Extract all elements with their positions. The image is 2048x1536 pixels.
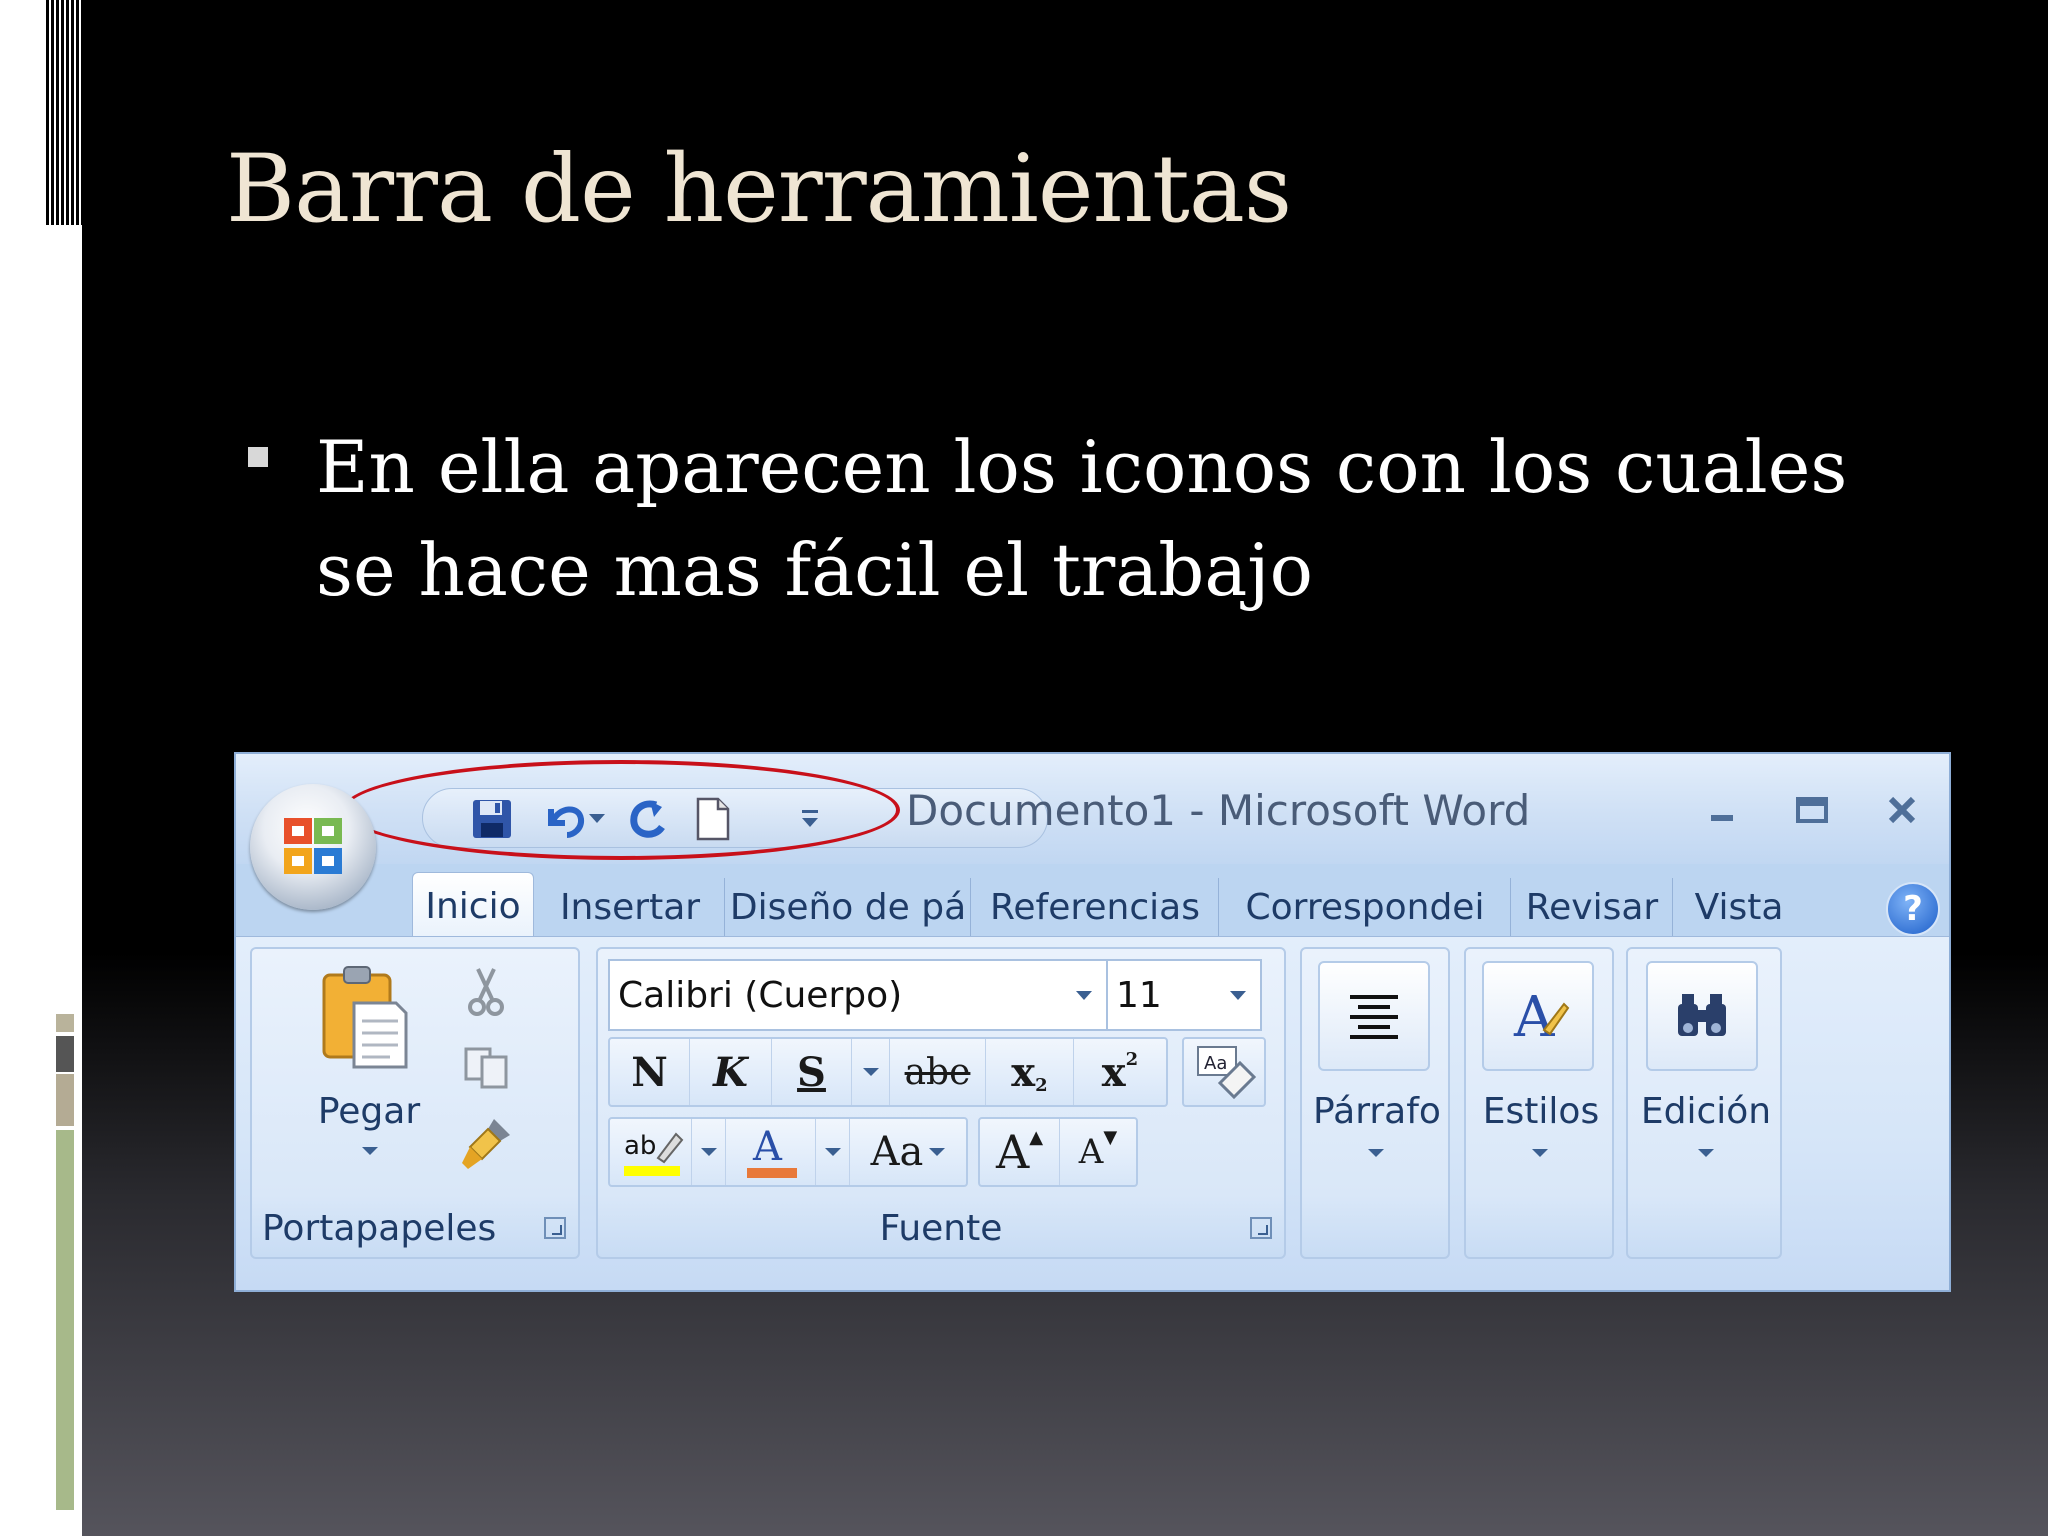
group-label-portapapeles: Portapapeles [262, 1208, 497, 1249]
change-case-dropdown-icon [929, 1148, 946, 1156]
tab-correspondencia[interactable]: Correspondei [1220, 878, 1511, 936]
clear-formatting-icon: Aa [1197, 1046, 1257, 1100]
highlight-button[interactable]: ab [610, 1119, 692, 1185]
annotation-oval [342, 760, 900, 860]
tab-inicio[interactable]: Inicio [412, 872, 534, 939]
cut-icon[interactable] [466, 967, 506, 1021]
word-title-bar: Documento1 - Microsoft Word [236, 754, 1949, 864]
styles-icon: A [1482, 961, 1594, 1071]
underline-dropdown-icon[interactable] [852, 1039, 890, 1105]
shrink-font-label: A [1078, 1132, 1104, 1172]
bullet-square-icon [248, 447, 268, 467]
superscript-label: x [1101, 1048, 1126, 1096]
paste-icon[interactable] [310, 963, 420, 1073]
grow-font-button[interactable]: A ▲ [980, 1119, 1060, 1185]
change-case-label: Aa [870, 1129, 924, 1175]
decorative-bar [56, 1036, 74, 1072]
minimize-icon[interactable] [1692, 782, 1752, 838]
highlight-icon: ab [623, 1131, 683, 1176]
decorative-bar [56, 1074, 74, 1126]
close-icon[interactable] [1872, 782, 1932, 838]
superscript-button[interactable]: x2 [1074, 1039, 1166, 1105]
paragraph-icon [1318, 961, 1430, 1071]
slide-bullet-text: En ella aparecen los iconos con los cual… [316, 425, 1848, 612]
slide-left-margin [0, 0, 82, 1536]
ribbon-tabs: Inicio Insertar Diseño de pá Referencias… [236, 864, 1949, 939]
font-color-dropdown-icon[interactable] [816, 1119, 850, 1185]
chevron-down-icon[interactable] [1230, 991, 1246, 1000]
font-name-value: Calibri (Cuerpo) [618, 974, 903, 1016]
svg-text:Aa: Aa [1204, 1053, 1227, 1074]
group-estilos[interactable]: A Estilos [1464, 947, 1614, 1259]
strikethrough-button[interactable]: abe [890, 1039, 986, 1105]
decorative-bar [56, 1130, 74, 1510]
copy-icon[interactable] [462, 1045, 512, 1093]
subscript-label: x [1011, 1048, 1036, 1096]
svg-text:A: A [752, 1124, 783, 1170]
clear-formatting-button[interactable]: Aa [1182, 1037, 1266, 1107]
decorative-bar [56, 1014, 74, 1032]
bold-button[interactable]: N [610, 1039, 690, 1105]
grow-font-caret: ▲ [1029, 1126, 1044, 1148]
group-fuente: Calibri (Cuerpo) 11 N K S abe x2 x2 Aa a… [596, 947, 1286, 1259]
font-size-value: 11 [1116, 974, 1162, 1016]
tab-revisar[interactable]: Revisar [1512, 878, 1673, 936]
font-color-icon: A [746, 1124, 797, 1178]
group-edicion[interactable]: Edición [1626, 947, 1782, 1259]
editing-dropdown-icon [1698, 1149, 1714, 1157]
shrink-font-caret: ▼ [1103, 1126, 1118, 1148]
svg-text:A: A [1513, 985, 1555, 1048]
paragraph-dropdown-icon [1368, 1149, 1384, 1157]
maximize-icon[interactable] [1782, 782, 1842, 838]
font-name-combo[interactable]: Calibri (Cuerpo) [608, 959, 1108, 1031]
font-color-button[interactable]: A [726, 1119, 816, 1185]
highlight-dropdown-icon[interactable] [692, 1119, 726, 1185]
tab-vista[interactable]: Vista [1674, 878, 1804, 936]
help-icon[interactable]: ? [1886, 882, 1940, 936]
slide: Barra de herramientas En ella aparecen l… [0, 0, 2048, 1536]
subscript-mark: 2 [1035, 1074, 1048, 1096]
font-size-combo[interactable]: 11 [1106, 959, 1262, 1031]
paragraph-label: Párrafo [1313, 1091, 1441, 1132]
styles-label: Estilos [1482, 1091, 1600, 1132]
grow-shrink-row: A ▲ A ▼ [978, 1117, 1138, 1187]
window-title: Documento1 - Microsoft Word [906, 786, 1531, 835]
tab-diseno[interactable]: Diseño de pá [726, 878, 971, 936]
paste-label[interactable]: Pegar [304, 1091, 434, 1132]
group-label-fuente: Fuente [879, 1208, 1003, 1249]
group-portapapeles: Pegar Portapapeles [250, 947, 580, 1259]
group-parrafo[interactable]: Párrafo [1300, 947, 1450, 1259]
tab-insertar[interactable]: Insertar [536, 878, 725, 936]
clipboard-launcher-icon[interactable] [544, 1217, 566, 1239]
tab-referencias[interactable]: Referencias [972, 878, 1219, 936]
underline-button[interactable]: S [772, 1039, 852, 1105]
decorative-stripes [46, 0, 82, 236]
binoculars-icon [1646, 961, 1758, 1071]
word-ribbon-screenshot: Documento1 - Microsoft Word Inicio Inser… [234, 752, 1951, 1292]
change-case-button[interactable]: Aa [850, 1119, 966, 1185]
editing-label: Edición [1640, 1091, 1772, 1132]
chevron-down-icon[interactable] [1076, 991, 1092, 1000]
svg-text:ab: ab [624, 1131, 656, 1161]
slide-title: Barra de herramientas [226, 135, 1292, 244]
superscript-mark: 2 [1125, 1048, 1139, 1070]
format-painter-icon[interactable] [460, 1115, 516, 1175]
grow-font-label: A [995, 1125, 1030, 1179]
format-buttons-row: N K S abe x2 x2 [608, 1037, 1168, 1107]
paste-dropdown-icon[interactable] [362, 1147, 378, 1155]
color-case-row: ab A Aa [608, 1117, 968, 1187]
shrink-font-button[interactable]: A ▼ [1060, 1119, 1136, 1185]
subscript-button[interactable]: x2 [986, 1039, 1074, 1105]
italic-button[interactable]: K [690, 1039, 772, 1105]
ribbon-panel: Pegar Portapapeles Calibri (Cuerpo) 11 N… [236, 936, 1949, 1290]
font-launcher-icon[interactable] [1250, 1217, 1272, 1239]
styles-dropdown-icon [1532, 1149, 1548, 1157]
